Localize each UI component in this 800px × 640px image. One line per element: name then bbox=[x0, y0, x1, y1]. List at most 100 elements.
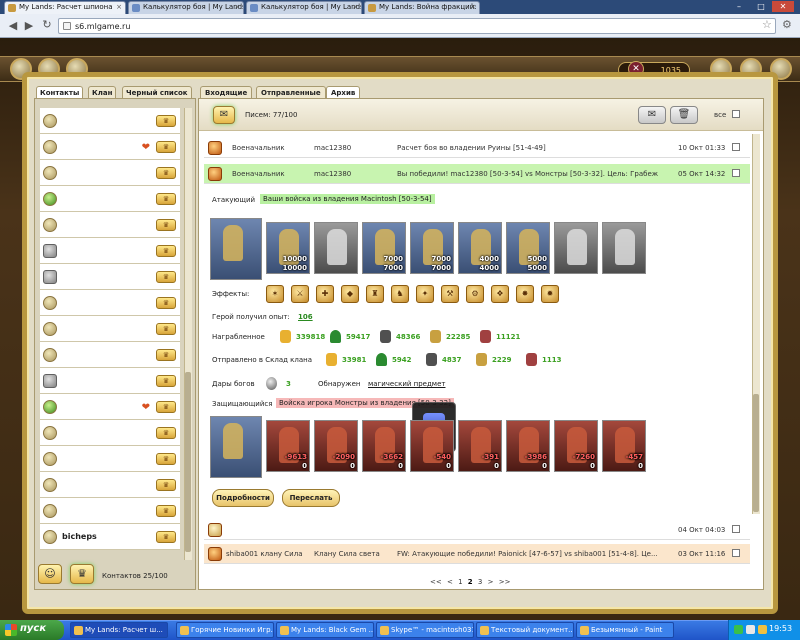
message-checkbox[interactable] bbox=[732, 143, 740, 151]
unit-card[interactable]: 7260 -7260 0 bbox=[554, 420, 598, 472]
unit-card[interactable]: 391 -391 0 bbox=[458, 420, 502, 472]
close-tab-icon[interactable]: × bbox=[116, 3, 122, 11]
message-checkbox[interactable] bbox=[732, 169, 740, 177]
select-all-checkbox[interactable] bbox=[732, 110, 740, 118]
taskbar-item[interactable]: Текстовый документ... bbox=[476, 622, 574, 638]
minimize-button[interactable]: – bbox=[728, 1, 750, 12]
contact-row[interactable]: ♛ bbox=[40, 498, 180, 524]
unit-card[interactable]: 7000 7000 bbox=[362, 222, 406, 274]
effect-icon[interactable]: ⚙ bbox=[466, 285, 484, 303]
close-window-button[interactable]: ✕ bbox=[772, 1, 794, 12]
compose-button[interactable]: ✉ bbox=[638, 106, 666, 124]
effect-icon[interactable]: ✚ bbox=[316, 285, 334, 303]
unit-card[interactable]: 3986 -3986 0 bbox=[506, 420, 550, 472]
effect-icon[interactable]: ◆ bbox=[341, 285, 359, 303]
send-message-button[interactable]: ♛ bbox=[156, 479, 176, 491]
send-message-button[interactable]: ♛ bbox=[156, 219, 176, 231]
page-1-link[interactable]: 1 bbox=[458, 578, 462, 586]
contact-row[interactable]: ❤ ♛ bbox=[40, 394, 180, 420]
add-contact-button[interactable]: ☺ bbox=[38, 564, 62, 584]
unit-card[interactable]: 457 -457 0 bbox=[602, 420, 646, 472]
effect-icon[interactable]: ♜ bbox=[366, 285, 384, 303]
hero-portrait[interactable] bbox=[210, 218, 262, 280]
heart-icon[interactable]: ❤ bbox=[142, 142, 150, 153]
browser-tab-4[interactable]: My Lands: Война фракций: С × bbox=[364, 1, 480, 14]
browser-tab-2[interactable]: Калькулятор боя | My Lands × bbox=[128, 1, 244, 14]
forward-button[interactable]: Переслать bbox=[282, 489, 340, 507]
hero-portrait[interactable] bbox=[210, 416, 262, 478]
effect-icon[interactable]: ✸ bbox=[516, 285, 534, 303]
message-row[interactable]: 04 Окт 04:03 bbox=[204, 520, 750, 540]
contact-row[interactable]: ♛ bbox=[40, 186, 180, 212]
effect-icon[interactable]: ♞ bbox=[391, 285, 409, 303]
unit-card[interactable]: 2090 -2090 0 bbox=[314, 420, 358, 472]
message-row[interactable]: shiba001 клану Сила Клану Сила света FW:… bbox=[204, 544, 750, 564]
unit-card[interactable] bbox=[602, 222, 646, 274]
heart-icon[interactable]: ❤ bbox=[142, 402, 150, 413]
page-3-link[interactable]: 3 bbox=[478, 578, 482, 586]
delete-button[interactable]: 🗑 bbox=[670, 106, 698, 124]
unit-card[interactable]: 7000 7000 bbox=[410, 222, 454, 274]
send-message-button[interactable]: ♛ bbox=[156, 505, 176, 517]
contacts-scroll-thumb[interactable] bbox=[185, 372, 191, 552]
taskbar-item[interactable]: My Lands: Расчет ш... bbox=[70, 622, 168, 638]
send-message-button[interactable]: ♛ bbox=[156, 141, 176, 153]
reload-icon[interactable]: ↻ bbox=[40, 18, 54, 31]
effect-icon[interactable]: ✦ bbox=[416, 285, 434, 303]
unit-card[interactable] bbox=[314, 222, 358, 274]
send-message-button[interactable]: ♛ bbox=[156, 245, 176, 257]
unit-card[interactable]: 10000 10000 bbox=[266, 222, 310, 274]
first-page-link[interactable]: << bbox=[430, 578, 442, 586]
contact-row[interactable]: ♛ bbox=[40, 342, 180, 368]
forward-icon[interactable]: ▶ bbox=[22, 19, 36, 32]
magic-item-link[interactable]: магический предмет bbox=[368, 380, 445, 388]
bookmark-star-icon[interactable]: ☆ bbox=[762, 18, 772, 31]
effect-icon[interactable]: ⚒ bbox=[441, 285, 459, 303]
contacts-view-button[interactable]: ♛ bbox=[70, 564, 94, 584]
contact-row[interactable]: ♛ bbox=[40, 316, 180, 342]
browser-tab-3[interactable]: Калькулятор боя | My Lands × bbox=[246, 1, 362, 14]
taskbar-item[interactable]: Skype™ - macintosh031 bbox=[376, 622, 474, 638]
send-message-button[interactable]: ♛ bbox=[156, 323, 176, 335]
taskbar-item[interactable]: My Lands: Black Gem ... bbox=[276, 622, 374, 638]
contact-row[interactable]: ♛ bbox=[40, 472, 180, 498]
send-message-button[interactable]: ♛ bbox=[156, 297, 176, 309]
tray-icon[interactable] bbox=[734, 625, 743, 634]
mail-scroll-thumb[interactable] bbox=[753, 394, 759, 512]
contact-row[interactable]: ♛ bbox=[40, 264, 180, 290]
effect-icon[interactable]: ⚔ bbox=[291, 285, 309, 303]
message-row[interactable]: Военачальник mac12380 Расчет боя во влад… bbox=[204, 138, 750, 158]
taskbar-item[interactable]: Безымянный - Paint bbox=[576, 622, 674, 638]
contact-row[interactable]: bicheps ♛ bbox=[40, 524, 180, 550]
tray-icon[interactable] bbox=[758, 625, 767, 634]
send-message-button[interactable]: ♛ bbox=[156, 271, 176, 283]
close-tab-icon[interactable]: × bbox=[234, 3, 240, 11]
prev-page-link[interactable]: < bbox=[447, 578, 453, 586]
unit-card[interactable]: 4000 4000 bbox=[458, 222, 502, 274]
contact-row[interactable]: ♛ bbox=[40, 368, 180, 394]
send-message-button[interactable]: ♛ bbox=[156, 193, 176, 205]
message-checkbox[interactable] bbox=[732, 525, 740, 533]
last-page-link[interactable]: >> bbox=[499, 578, 511, 586]
send-message-button[interactable]: ♛ bbox=[156, 115, 176, 127]
contact-row[interactable]: ♛ bbox=[40, 212, 180, 238]
close-tab-icon[interactable]: × bbox=[352, 3, 358, 11]
unit-card[interactable]: 5000 5000 bbox=[506, 222, 550, 274]
unit-card[interactable]: 3662 -3662 0 bbox=[362, 420, 406, 472]
address-bar[interactable]: s6.mlgame.ru bbox=[58, 18, 776, 34]
send-message-button[interactable]: ♛ bbox=[156, 531, 176, 543]
unit-card[interactable] bbox=[554, 222, 598, 274]
maximize-button[interactable]: □ bbox=[750, 1, 772, 12]
effect-icon[interactable]: ❖ bbox=[491, 285, 509, 303]
effect-icon[interactable]: ✹ bbox=[541, 285, 559, 303]
message-subject[interactable]: Расчет боя во владении Руины [51-4-49] bbox=[397, 144, 665, 152]
send-message-button[interactable]: ♛ bbox=[156, 167, 176, 179]
taskbar-item[interactable]: Горячие Новинки Игр... bbox=[176, 622, 274, 638]
close-tab-icon[interactable]: × bbox=[470, 3, 476, 11]
wrench-icon[interactable]: ⚙ bbox=[782, 18, 792, 31]
message-subject[interactable]: FW: Атакующие победили! Paionick [47-6-5… bbox=[397, 550, 665, 558]
exp-value[interactable]: 106 bbox=[298, 313, 313, 321]
message-row-selected[interactable]: Военачальник mac12380 Вы победили! mac12… bbox=[204, 164, 750, 184]
contact-row[interactable]: ♛ bbox=[40, 238, 180, 264]
contact-row[interactable]: ♛ bbox=[40, 108, 180, 134]
